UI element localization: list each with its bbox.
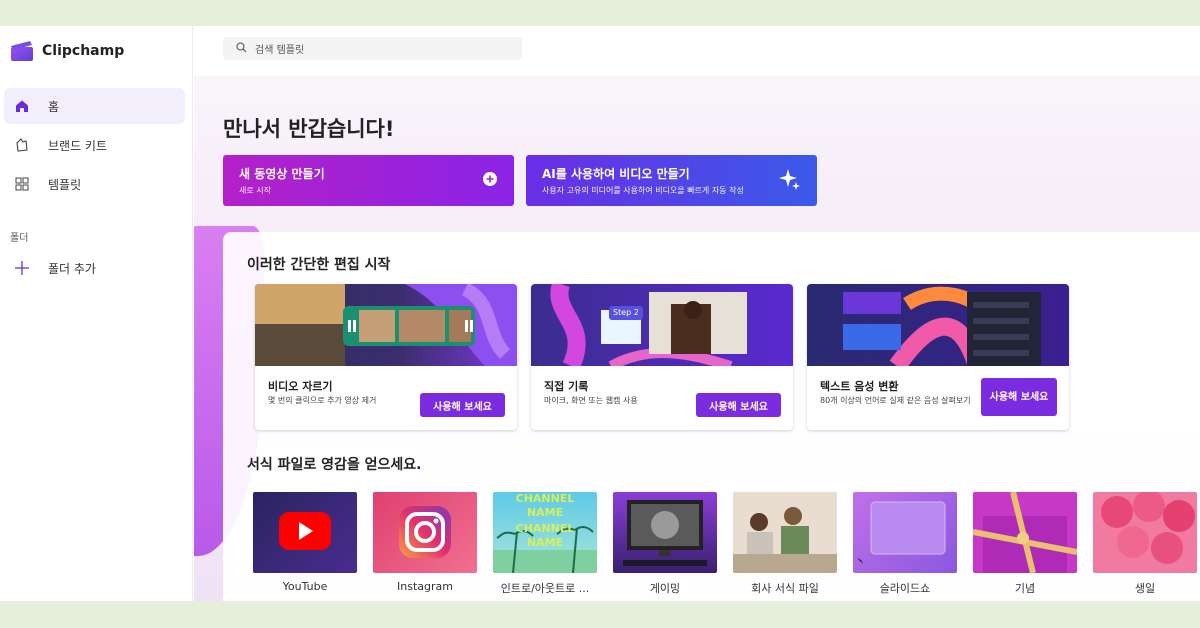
intro-thumb-text: NAME	[526, 536, 564, 549]
template-label: 인트로/아웃트로 ...	[500, 582, 590, 595]
plus-icon	[14, 260, 30, 276]
app-window: Clipchamp 홈 브랜드 키트 템플릿 폴더 폴더 추가 검색 템플릿 만…	[0, 26, 1200, 601]
folders-section-label: 폴더	[10, 233, 29, 244]
sparkle-icon	[779, 167, 801, 195]
sidebar-item-label: 템플릿	[48, 177, 82, 192]
ai-video-button[interactable]: AI를 사용하여 비디오 만들기 사용자 고유의 미디어를 사용하여 비디오을 …	[526, 155, 817, 206]
plus-circle-icon	[482, 171, 498, 191]
template-corporate[interactable]: 회사 서식 파일	[733, 492, 837, 596]
template-youtube[interactable]: YouTube	[253, 492, 357, 593]
intro-thumb-text: NAME	[526, 506, 564, 519]
intro-thumb-text: CHANNEL	[515, 522, 575, 535]
new-video-title: 새 동영상 만들기	[239, 167, 325, 181]
card-description: 마이크, 화면 또는 웹캠 사용	[544, 396, 638, 405]
app-logo[interactable]: Clipchamp	[10, 40, 124, 62]
sidebar: Clipchamp 홈 브랜드 키트 템플릿 폴더 폴더 추가	[0, 26, 193, 601]
template-birthday[interactable]: 생일	[1093, 492, 1197, 596]
top-bar: 검색 템플릿	[194, 26, 1200, 76]
quick-start-panel: 이러한 간단한 편집 시작 비디오 자르기 몇 번의 클릭으로 추가 영상 제거…	[223, 232, 1200, 601]
template-gaming[interactable]: 게이밍	[613, 492, 717, 596]
card-description: 몇 번의 클릭으로 추가 영상 제거	[268, 396, 377, 405]
template-label: 회사 서식 파일	[751, 582, 819, 595]
sidebar-item-templates[interactable]: 템플릿	[4, 166, 185, 202]
inspiration-title: 서식 파일로 영감을 얻으세요.	[247, 457, 422, 473]
ai-video-subtitle: 사용자 고유의 미디어를 사용하여 비디오을 빠르게 자동 작성	[542, 186, 744, 195]
add-folder-button[interactable]: 폴더 추가	[4, 250, 185, 286]
quick-start-title: 이러한 간단한 편집 시작	[247, 257, 391, 273]
slideshow-thumbnail	[853, 492, 957, 573]
tts-thumbnail	[807, 284, 1069, 366]
card-description: 80개 이상의 언어로 실제 같은 음성 살펴보기	[820, 396, 971, 405]
intro-thumb-text: CHANNEL	[515, 492, 575, 505]
clipchamp-logo-icon	[10, 40, 34, 62]
step-label: Step 2	[613, 308, 639, 317]
new-video-button[interactable]: 새 동영상 만들기 새로 시작	[223, 155, 514, 206]
search-input[interactable]: 검색 템플릿	[255, 41, 304, 56]
sidebar-item-label: 브랜드 키트	[48, 138, 108, 153]
youtube-thumbnail	[253, 492, 357, 573]
add-folder-label: 폴더 추가	[48, 261, 96, 276]
card-title: 직접 기록	[544, 380, 589, 393]
template-label: 슬라이드쇼	[879, 582, 931, 595]
template-label: Instagram	[397, 580, 453, 593]
try-it-button[interactable]: 사용해 보세요	[696, 393, 781, 417]
sidebar-item-home[interactable]: 홈	[4, 88, 185, 124]
home-icon	[14, 98, 30, 114]
ai-video-title: AI를 사용하여 비디오 만들기	[542, 167, 690, 181]
search-icon	[236, 41, 247, 56]
page-title: 만나서 반갑습니다!	[223, 117, 395, 141]
main-content: 검색 템플릿 만나서 반갑습니다! 새 동영상 만들기 새로 시작 AI를 사용…	[194, 26, 1200, 601]
template-label: 생일	[1134, 582, 1156, 595]
sidebar-item-label: 홈	[48, 99, 60, 114]
search-bar[interactable]: 검색 템플릿	[223, 37, 522, 60]
template-label: 게이밍	[649, 582, 681, 595]
templates-icon	[14, 176, 30, 192]
text-to-speech-card[interactable]: 텍스트 음성 변환 80개 이상의 언어로 실제 같은 음성 살펴보기 사용해 …	[807, 284, 1069, 430]
birthday-thumbnail	[1093, 492, 1197, 573]
sidebar-item-brand-kit[interactable]: 브랜드 키트	[4, 127, 185, 163]
new-video-subtitle: 새로 시작	[239, 186, 271, 195]
card-title: 텍스트 음성 변환	[820, 380, 899, 393]
record-thumbnail: Step 2	[531, 284, 793, 366]
intro-outro-thumbnail: CHANNEL NAME CHANNEL NAME	[493, 492, 597, 573]
trim-video-thumbnail	[255, 284, 517, 366]
template-label: 기념	[1014, 582, 1036, 595]
try-it-button[interactable]: 사용해 보세요	[420, 393, 505, 417]
corporate-thumbnail	[733, 492, 837, 573]
card-title: 비디오 자르기	[268, 380, 333, 393]
template-label: YouTube	[282, 580, 328, 593]
gaming-thumbnail	[613, 492, 717, 573]
brand-kit-icon	[14, 137, 30, 153]
instagram-thumbnail	[373, 492, 477, 573]
template-slideshow[interactable]: 슬라이드쇼	[853, 492, 957, 596]
template-celebration[interactable]: 기념	[973, 492, 1077, 596]
try-it-button[interactable]: 사용해 보세요	[981, 378, 1057, 416]
app-name: Clipchamp	[42, 43, 125, 59]
record-yourself-card[interactable]: Step 2 직접 기록 마이크, 화면 또는 웹캠 사용 사용해 보세요	[531, 284, 793, 430]
celebration-thumbnail	[973, 492, 1077, 573]
template-instagram[interactable]: Instagram	[373, 492, 477, 593]
template-intro-outro[interactable]: CHANNEL NAME CHANNEL NAME 인트로/아웃트로 ...	[493, 492, 597, 596]
trim-video-card[interactable]: 비디오 자르기 몇 번의 클릭으로 추가 영상 제거 사용해 보세요	[255, 284, 517, 430]
